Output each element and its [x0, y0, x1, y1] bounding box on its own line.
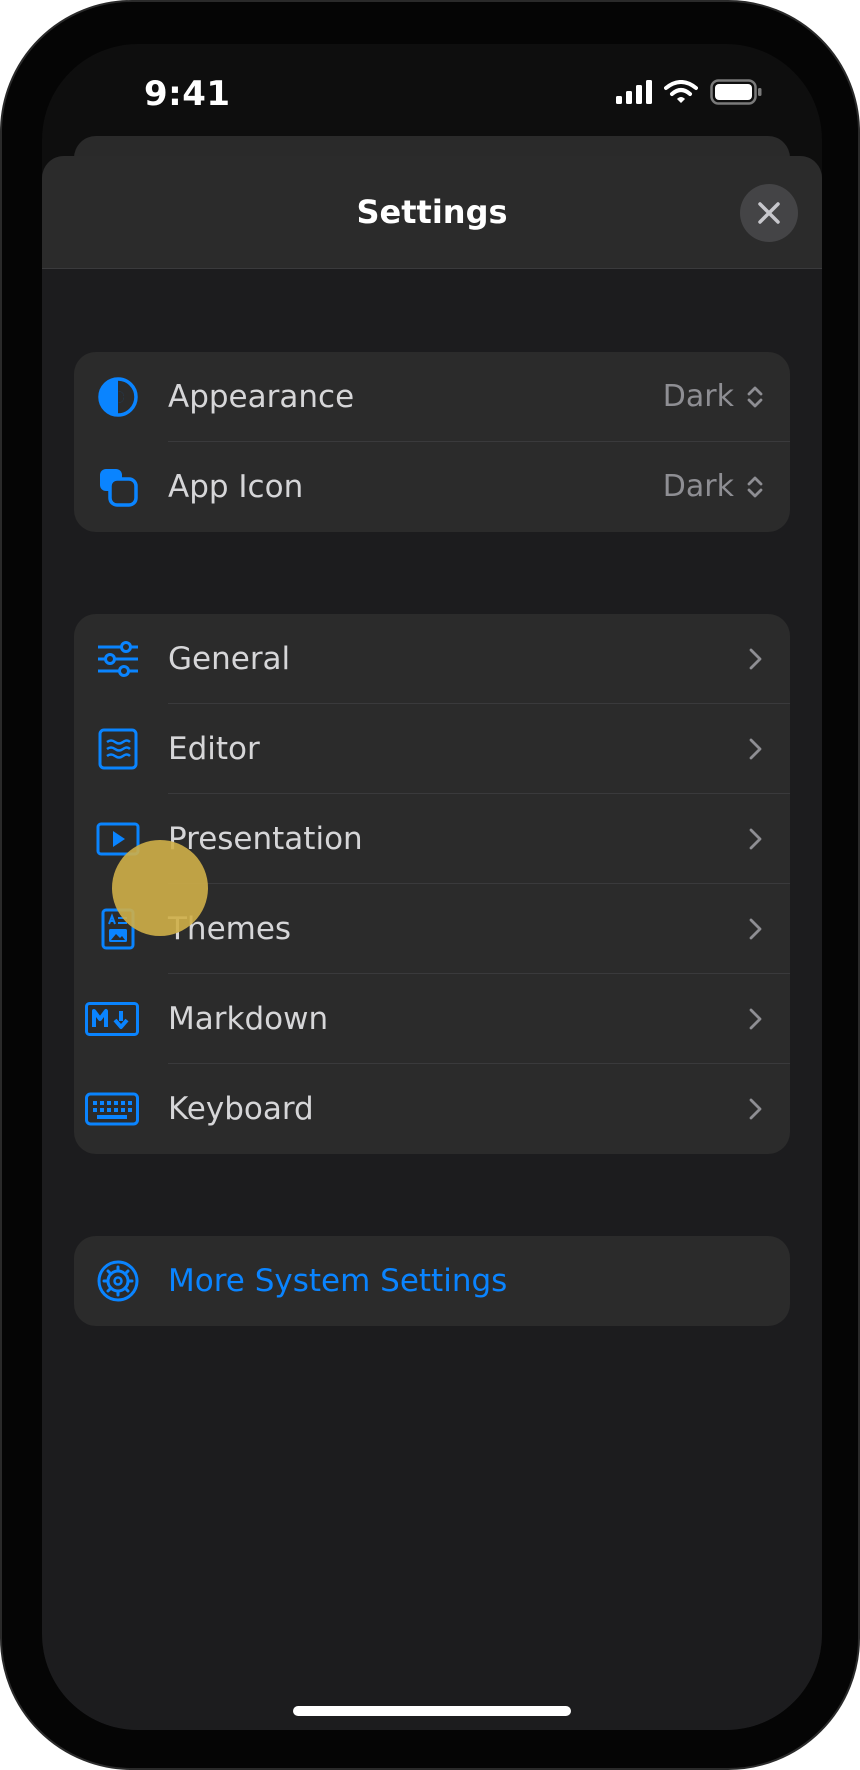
appearance-icon	[92, 372, 144, 422]
editor-icon	[92, 724, 144, 774]
sheet-header: Settings	[42, 156, 822, 269]
close-icon	[758, 202, 780, 224]
app-icon-label: App Icon	[168, 469, 304, 505]
editor-label: Editor	[168, 731, 260, 767]
chevron-right-icon	[749, 828, 762, 850]
chevron-right-icon	[749, 738, 762, 760]
cellular-signal-icon	[616, 80, 652, 104]
chevron-right-icon	[749, 918, 762, 940]
chevron-up-down-icon	[747, 386, 763, 408]
page-title: Settings	[356, 193, 508, 231]
markdown-row[interactable]: Markdown	[74, 974, 790, 1064]
battery-icon	[710, 79, 762, 105]
status-time: 9:41	[144, 74, 231, 114]
chevron-up-down-icon	[747, 476, 763, 498]
chevron-right-icon	[749, 648, 762, 670]
appearance-row[interactable]: Appearance Dark	[74, 352, 790, 442]
appearance-value: Dark	[662, 379, 734, 414]
chevron-right-icon	[749, 1008, 762, 1030]
keyboard-row[interactable]: Keyboard	[74, 1064, 790, 1154]
display-settings-group: Appearance Dark App Icon Dark	[74, 352, 790, 532]
gear-icon	[92, 1256, 144, 1306]
keyboard-icon	[84, 1084, 140, 1134]
appearance-label: Appearance	[168, 379, 355, 415]
app-icon-value: Dark	[662, 469, 734, 504]
device-frame: 9:41 Settings Appearance Dark App Icon D…	[0, 0, 860, 1770]
keyboard-label: Keyboard	[168, 1091, 314, 1127]
markdown-label: Markdown	[168, 1001, 329, 1037]
general-label: General	[168, 641, 291, 677]
wifi-icon	[664, 80, 698, 103]
close-button[interactable]	[740, 184, 798, 242]
app-icon-icon	[92, 462, 144, 512]
general-row[interactable]: General	[74, 614, 790, 704]
status-icons	[616, 78, 762, 106]
system-settings-group: More System Settings	[74, 1236, 790, 1326]
markdown-icon	[84, 994, 140, 1044]
chevron-right-icon	[749, 1098, 762, 1120]
sliders-icon	[92, 634, 144, 684]
more-system-settings-link[interactable]: More System Settings	[168, 1236, 507, 1326]
editor-row[interactable]: Editor	[74, 704, 790, 794]
touch-indicator	[112, 840, 208, 936]
home-indicator[interactable]	[293, 1706, 571, 1716]
app-icon-row[interactable]: App Icon Dark	[74, 442, 790, 532]
more-system-settings-row[interactable]: More System Settings	[74, 1236, 790, 1326]
settings-sheet: Settings Appearance Dark App Icon Dark G…	[42, 156, 822, 1730]
